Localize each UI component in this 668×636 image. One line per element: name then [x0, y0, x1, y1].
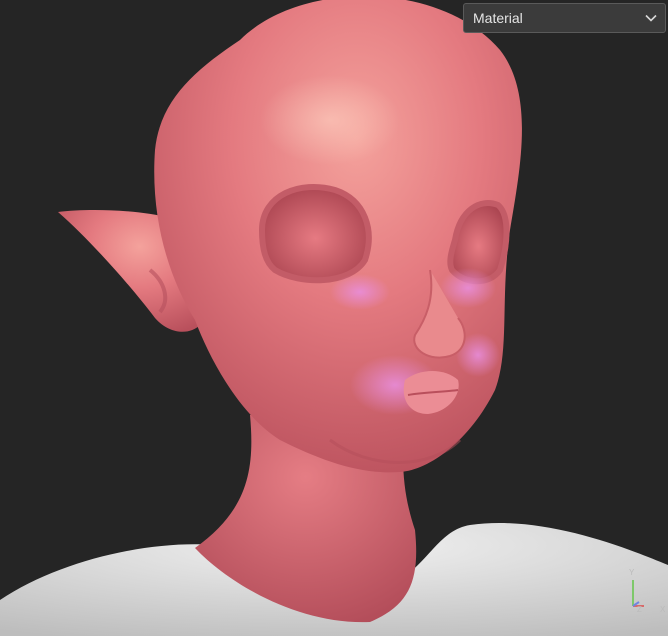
chevron-down-icon [645, 12, 657, 24]
material-dropdown-label: Material [473, 10, 523, 26]
sculpt-model[interactable] [0, 0, 668, 636]
axis-gizmo[interactable]: Y Z X [622, 566, 666, 614]
material-dropdown[interactable]: Material [463, 3, 666, 33]
axis-y-label: Y [629, 568, 635, 577]
eye-socket-right [258, 183, 372, 284]
3d-viewport[interactable]: Material Y Z X [0, 0, 668, 636]
axis-x-label: X [660, 605, 666, 614]
axis-z-label: Z [637, 605, 642, 614]
